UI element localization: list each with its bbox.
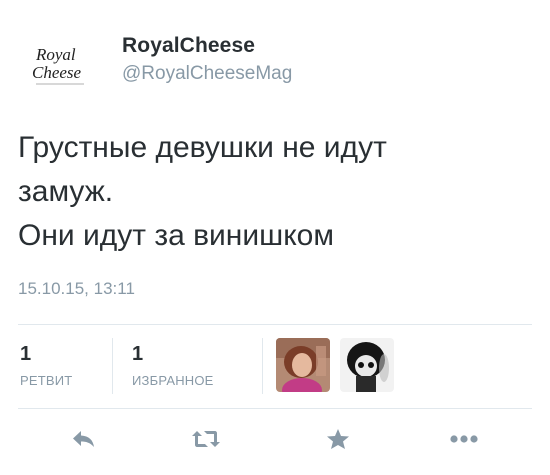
stat-separator (112, 338, 113, 394)
logo-text-cheese: Cheese (32, 63, 82, 82)
tweet-text-line: Они идут за винишком (18, 219, 334, 252)
author-info[interactable]: RoyalCheese @RoyalCheeseMag (122, 33, 292, 87)
tweet-card: Royal Cheese RoyalCheese @RoyalCheeseMag… (0, 0, 550, 475)
favorite-stat[interactable]: 1 ИЗБРАННОЕ (132, 342, 214, 390)
author-avatar[interactable]: Royal Cheese (22, 36, 100, 92)
divider (18, 324, 532, 325)
favorite-star-icon (327, 429, 349, 449)
more-options-button[interactable] (444, 424, 484, 454)
more-options-icon (450, 435, 478, 443)
retweet-stat[interactable]: 1 РЕТВИТ (20, 342, 72, 390)
favorite-count: 1 (132, 343, 144, 365)
author-handle[interactable]: @RoyalCheeseMag (122, 61, 292, 87)
logo-text-royal: Royal (35, 45, 76, 64)
tweet-text-line: Грустные девушки не идут (18, 131, 387, 164)
favorite-label: ИЗБРАННОЕ (132, 373, 214, 388)
tweet-text-line: замуж. (18, 175, 114, 208)
stat-separator (262, 338, 263, 394)
favoriter-avatar[interactable] (276, 338, 330, 392)
favoriter-avatar[interactable] (340, 338, 394, 392)
author-name[interactable]: RoyalCheese (122, 33, 292, 59)
favoriter-photo (276, 338, 330, 392)
tweet-text: Грустные девушки не идут замуж. Они идут… (18, 126, 528, 258)
reply-button[interactable] (64, 424, 104, 454)
retweet-icon (192, 431, 220, 447)
divider (18, 408, 532, 409)
retweet-label: РЕТВИТ (20, 373, 73, 388)
royalcheese-logo: Royal Cheese (32, 45, 84, 85)
reply-icon (73, 431, 94, 447)
retweet-button[interactable] (186, 424, 226, 454)
favorite-button[interactable] (318, 424, 358, 454)
favoriter-photo (340, 338, 394, 392)
tweet-timestamp[interactable]: 15.10.15, 13:11 (18, 279, 135, 299)
retweet-count: 1 (20, 343, 32, 365)
